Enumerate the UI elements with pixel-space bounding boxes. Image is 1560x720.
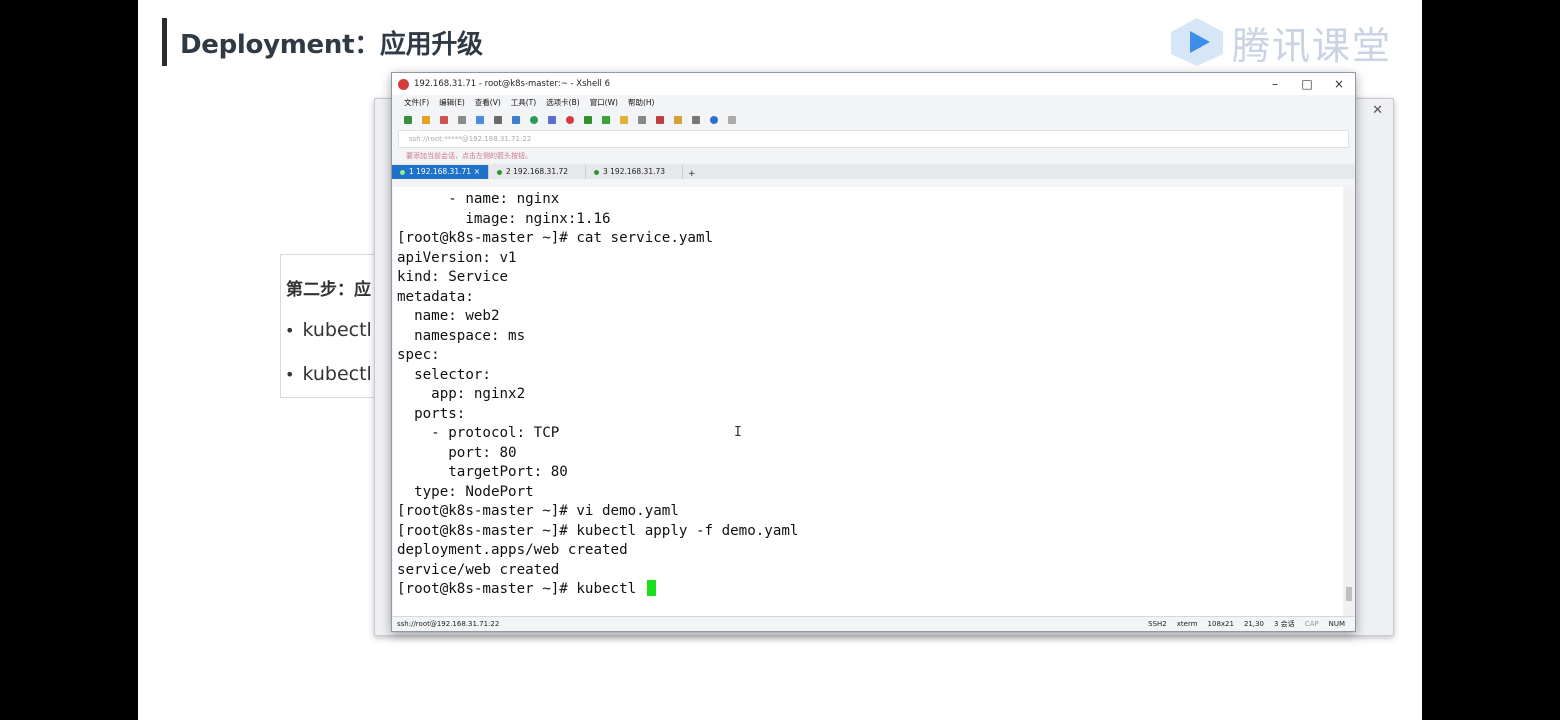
status-size: 108x21	[1207, 620, 1234, 628]
help-icon[interactable]	[710, 116, 718, 124]
lock-icon[interactable]	[620, 116, 628, 124]
terminal-line: image: nginx:1.16	[465, 210, 611, 227]
status-connection: ssh://root@192.168.31.71:22	[397, 620, 500, 628]
menu-window[interactable]: 窗口(W)	[590, 97, 618, 108]
status-num: NUM	[1328, 620, 1345, 628]
tab-session-2[interactable]: 2 192.168.31.72	[489, 165, 586, 179]
print-icon[interactable]	[512, 116, 520, 124]
bullet-text: kubectl	[302, 363, 372, 385]
title-accent-bar	[162, 18, 167, 66]
copy-icon[interactable]	[476, 116, 484, 124]
terminal-line: targetPort: 80	[448, 464, 568, 480]
session-tabs: 1 192.168.31.71 × 2 192.168.31.72 3 192.…	[392, 164, 1355, 179]
terminal-line: [root@k8s-master ~]# kubectl apply -f de…	[397, 522, 799, 539]
terminal-line: type: NodePort	[414, 483, 534, 500]
disconnect-icon[interactable]	[440, 116, 448, 124]
highlight-icon[interactable]	[656, 116, 664, 124]
terminal-text: - name: nginx image: nginx:1.16 [root@k8…	[397, 190, 798, 600]
font-icon[interactable]	[548, 116, 556, 124]
status-caps: CAP	[1304, 620, 1319, 628]
globe-icon[interactable]	[530, 116, 538, 124]
address-text: ssh://root:*****@192.168.31.71:22	[409, 135, 532, 143]
add-tab-button[interactable]: +	[683, 169, 701, 179]
status-sessions: 3 会话	[1274, 620, 1295, 628]
menu-help[interactable]: 帮助(H)	[628, 97, 655, 108]
window-title: 192.168.31.71 - root@k8s-master:~ - Xshe…	[414, 79, 611, 89]
step-heading: 第二步：应	[286, 280, 371, 300]
reconnect-icon[interactable]	[458, 116, 466, 124]
terminal-line: service/web created	[397, 561, 560, 578]
maximize-button[interactable]: □	[1291, 73, 1323, 95]
logo-text: 腾讯课堂	[1232, 23, 1393, 68]
terminal-line: - protocol: TCP	[431, 425, 560, 441]
menu-edit[interactable]: 编辑(E)	[439, 97, 465, 108]
status-protocol: SSH2	[1148, 620, 1167, 628]
terminal-line: selector:	[414, 366, 491, 383]
toolbar	[392, 110, 1355, 130]
tab-close-icon[interactable]: ×	[474, 165, 480, 179]
terminal-line: kind: Service	[397, 269, 509, 285]
close-button[interactable]: ×	[1323, 73, 1355, 95]
status-cursor-pos: 21,30	[1243, 620, 1264, 628]
tab-label: 3 192.168.31.73	[603, 167, 666, 176]
fullscreen-icon[interactable]	[602, 116, 610, 124]
terminal-line: app: nginx2	[431, 386, 526, 402]
open-folder-icon[interactable]	[422, 116, 430, 124]
terminal-line: name: web2	[414, 308, 500, 324]
find-icon[interactable]	[494, 116, 502, 124]
minimize-button[interactable]: –	[1259, 73, 1291, 95]
terminal-line: metadata:	[397, 288, 474, 305]
slide-title: Deployment：应用升级	[180, 30, 483, 60]
address-bar[interactable]: ssh://root:*****@192.168.31.71:22	[398, 130, 1349, 148]
keyboard-icon[interactable]	[638, 116, 646, 124]
terminal-line: namespace: ms	[414, 327, 526, 344]
terminal-line: [root@k8s-master ~]# cat service.yaml	[397, 230, 714, 246]
terminal-cursor	[646, 580, 656, 596]
terminal-line: deployment.apps/web created	[397, 542, 628, 558]
terminal-line: - name: nginx	[448, 191, 560, 207]
window-titlebar: 192.168.31.71 - root@k8s-master:~ - Xshe…	[392, 73, 1355, 95]
options-icon[interactable]	[728, 116, 736, 124]
session-hint-bar: 要添加当前会话，点击左侧的箭头按钮。	[392, 148, 1355, 164]
scrollbar-thumb[interactable]	[1346, 587, 1352, 601]
terminal-scrollbar[interactable]	[1344, 187, 1354, 617]
status-bar: ssh://root@192.168.31.71:22 SSH2 xterm 1…	[392, 616, 1355, 631]
terminal-output[interactable]: - name: nginx image: nginx:1.16 [root@k8…	[393, 187, 1343, 617]
tab-label: 2 192.168.31.72	[506, 167, 569, 176]
menu-file[interactable]: 文件(F)	[404, 97, 429, 108]
terminal-line: port: 80	[448, 444, 517, 461]
bullet-item: • kubectl	[285, 319, 372, 341]
menu-view[interactable]: 查看(V)	[475, 97, 501, 108]
tab-label: 1 192.168.31.71	[409, 167, 472, 176]
xshell-window: 192.168.31.71 - root@k8s-master:~ - Xshe…	[391, 72, 1356, 632]
menu-tools[interactable]: 工具(T)	[511, 97, 536, 108]
xshell-app-icon	[398, 78, 409, 90]
script-icon[interactable]	[674, 116, 682, 124]
terminal-line: apiVersion: v1	[397, 249, 517, 266]
tab-session-3[interactable]: 3 192.168.31.73	[586, 165, 683, 179]
xftp-icon[interactable]	[566, 116, 574, 124]
status-term: xterm	[1176, 620, 1198, 628]
session-hint-text: 要添加当前会话，点击左侧的箭头按钮。	[406, 152, 532, 160]
tab-session-1[interactable]: 1 192.168.31.71 ×	[392, 165, 489, 179]
xshell-icon[interactable]	[584, 116, 592, 124]
terminal-line: ports:	[414, 405, 466, 422]
layout-icon[interactable]	[692, 116, 700, 124]
menu-tabs[interactable]: 选项卡(B)	[546, 97, 580, 108]
mouse-ibeam-icon: I	[734, 425, 742, 440]
tencent-classroom-logo: 腾讯课堂	[1168, 16, 1392, 68]
bullet-text: kubectl	[302, 319, 372, 341]
new-session-icon[interactable]	[404, 116, 412, 124]
bullet-item: • kubectl	[285, 363, 372, 385]
menu-bar: 文件(F) 编辑(E) 查看(V) 工具(T) 选项卡(B) 窗口(W) 帮助(…	[392, 95, 1355, 110]
play-logo-icon	[1168, 16, 1226, 68]
terminal-line: [root@k8s-master ~]# vi demo.yaml	[397, 503, 679, 519]
close-icon[interactable]: ✕	[1372, 103, 1383, 118]
prompt-line: [root@k8s-master ~]# kubectl	[397, 581, 645, 597]
terminal-line: spec:	[397, 347, 440, 363]
